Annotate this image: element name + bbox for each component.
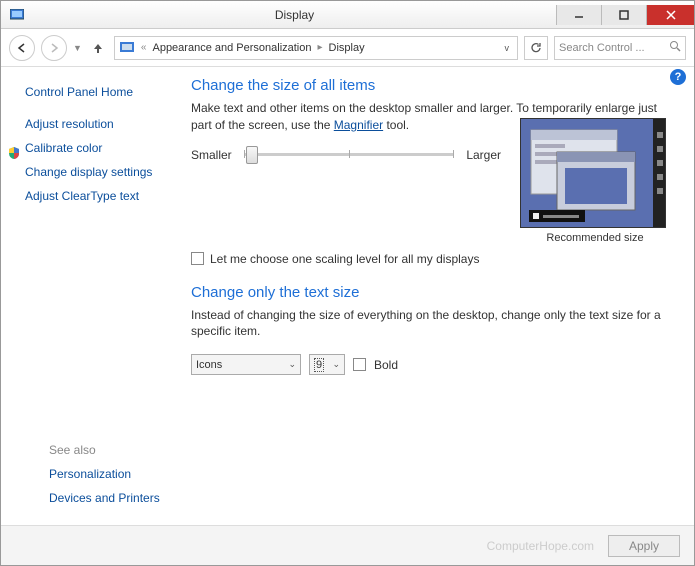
see-also-devices[interactable]: Devices and Printers — [49, 491, 160, 505]
breadcrumb-appearance[interactable]: Appearance and Personalization — [152, 42, 311, 54]
control-panel-icon — [119, 40, 135, 56]
see-also-section: See also Personalization Devices and Pri… — [49, 443, 160, 515]
navigation-toolbar: ▼ « Appearance and Personalization ▸ Dis… — [1, 29, 694, 67]
sidebar: Control Panel Home Adjust resolution Cal… — [1, 67, 191, 525]
chevron-right-icon[interactable]: ▸ — [316, 42, 325, 53]
watermark: ComputerHope.com — [487, 539, 594, 553]
window-title: Display — [33, 8, 556, 22]
slider-thumb[interactable] — [246, 146, 258, 164]
see-also-personalization[interactable]: Personalization — [49, 467, 160, 481]
search-placeholder: Search Control ... — [559, 42, 645, 54]
slider-larger-label: Larger — [466, 148, 501, 162]
preview-area: Recommended size — [520, 118, 670, 244]
window-controls — [556, 5, 694, 25]
preview-thumbnail — [520, 118, 666, 228]
content-area: Control Panel Home Adjust resolution Cal… — [1, 67, 694, 525]
address-bar[interactable]: « Appearance and Personalization ▸ Displ… — [114, 36, 518, 60]
up-button[interactable] — [88, 38, 108, 58]
bottom-bar: ComputerHope.com Apply — [1, 525, 694, 565]
apply-button[interactable]: Apply — [608, 535, 680, 557]
control-panel-home-link[interactable]: Control Panel Home — [25, 85, 191, 99]
minimize-button[interactable] — [556, 5, 601, 25]
recommended-size-label: Recommended size — [520, 232, 670, 244]
main-panel: ? Change the size of all items Make text… — [191, 67, 694, 525]
system-icon — [7, 5, 27, 25]
breadcrumb-separator-icon: « — [139, 42, 149, 53]
refresh-button[interactable] — [524, 36, 548, 60]
back-button[interactable] — [9, 35, 35, 61]
maximize-button[interactable] — [601, 5, 646, 25]
bold-checkbox[interactable] — [353, 358, 366, 371]
search-input[interactable]: Search Control ... — [554, 36, 686, 60]
heading-text-size: Change only the text size — [191, 284, 670, 301]
scaling-checkbox-row: Let me choose one scaling level for all … — [191, 252, 670, 266]
scaling-level-checkbox[interactable] — [191, 252, 204, 265]
search-icon — [669, 40, 681, 55]
magnifier-link[interactable]: Magnifier — [334, 118, 383, 132]
scaling-slider[interactable] — [244, 153, 455, 156]
history-dropdown-icon[interactable]: ▼ — [73, 43, 82, 53]
shield-icon — [7, 146, 21, 160]
scaling-level-label: Let me choose one scaling level for all … — [210, 252, 479, 266]
breadcrumb-display[interactable]: Display — [329, 42, 365, 54]
scaling-slider-row: Smaller Larger — [191, 148, 501, 162]
bold-label: Bold — [374, 358, 398, 372]
text-size-controls: Icons ⌄ 9 ⌄ Bold — [191, 354, 670, 375]
slider-smaller-label: Smaller — [191, 148, 232, 162]
font-size-select[interactable]: 9 ⌄ — [309, 354, 345, 375]
sidebar-adjust-cleartype[interactable]: Adjust ClearType text — [25, 189, 191, 203]
forward-button[interactable] — [41, 35, 67, 61]
see-also-header: See also — [49, 443, 160, 457]
help-icon[interactable]: ? — [670, 69, 686, 85]
title-bar: Display — [1, 1, 694, 29]
close-button[interactable] — [646, 5, 694, 25]
heading-change-size: Change the size of all items — [191, 77, 670, 94]
sidebar-change-display-settings[interactable]: Change display settings — [25, 165, 191, 179]
address-dropdown-icon[interactable]: v — [501, 43, 514, 53]
sidebar-calibrate-color[interactable]: Calibrate color — [25, 141, 102, 155]
chevron-down-icon: ⌄ — [332, 359, 340, 370]
item-select[interactable]: Icons ⌄ — [191, 354, 301, 375]
sidebar-adjust-resolution[interactable]: Adjust resolution — [25, 117, 191, 131]
chevron-down-icon: ⌄ — [288, 359, 296, 370]
description-text-size: Instead of changing the size of everythi… — [191, 307, 670, 341]
